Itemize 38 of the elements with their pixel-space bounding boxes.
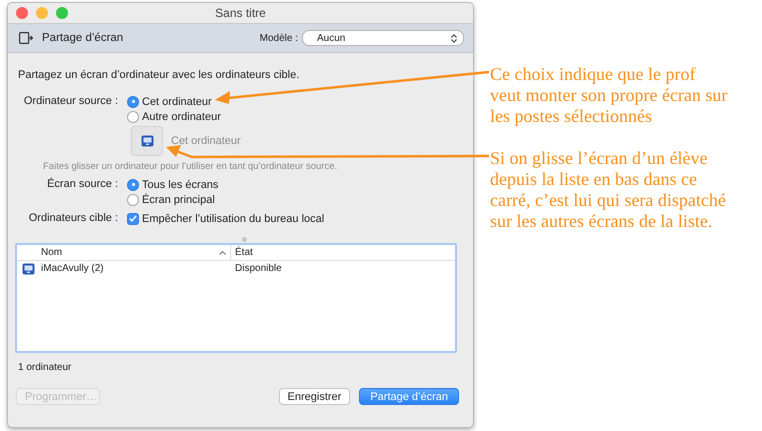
table-cell-text: Disponible [234,263,282,274]
radio-button[interactable] [127,96,139,108]
field-label: Écran source : [46,177,119,192]
radio-button[interactable] [127,194,139,206]
toolbar-title: Partage d’écran [42,32,124,44]
column-header[interactable]: État [231,245,381,260]
table-cell-text: iMacAvully (2) [40,263,105,274]
checkmark-icon [129,215,137,222]
description-text: Partagez un écran d’ordinateur avec les ordinateurs cible. [18,69,300,81]
field-label: Ordinateur source : [22,94,119,109]
window-control-button[interactable] [16,7,28,19]
monitor-icon [140,135,154,147]
hint-text: Faites glisser un ordinateur pour l’utiliser en tant qu’ordinateur source. [43,161,338,172]
window-title: Sans titre [215,6,266,20]
template-label: Modèle : [260,32,298,44]
monitor-icon [22,262,34,274]
save-button[interactable]: Enregistrer [278,388,350,405]
radio-button[interactable] [127,178,139,190]
template-dropdown[interactable]: Aucun [302,30,464,46]
drop-target[interactable] [131,126,163,156]
radio-label[interactable]: Cet ordinateur [142,96,212,108]
annotation-text: Si on glisse l’écran d’un élève depuis la liste en bas dans ce carré, c’est lui qui sera dispatché sur les autres écrans de la liste. [490,148,727,232]
checkbox-label[interactable]: Empêcher l’utilisation du bureau local [142,212,324,224]
radio-button[interactable] [127,110,139,122]
stepper-icon [451,34,457,42]
radio-label[interactable]: Écran principal [142,194,215,206]
radio-label[interactable]: Tous les écrans [142,178,218,190]
window-control-button[interactable] [36,7,48,19]
column-header[interactable]: Nom [39,245,231,260]
annotation-text: Ce choix indique que le prof veut monter son propre écran sur les postes sélectionnés [490,64,728,127]
radio-label[interactable]: Autre ordinateur [142,110,221,122]
screen-share-icon [19,32,33,44]
checkbox[interactable] [127,212,139,224]
drop-target-label: Cet ordinateur [171,135,241,147]
field-label: Ordinateurs cible : [28,211,119,226]
count-text: 1 ordinateur [18,362,72,373]
window-control-button[interactable] [56,7,68,19]
split-handle[interactable] [242,237,247,242]
